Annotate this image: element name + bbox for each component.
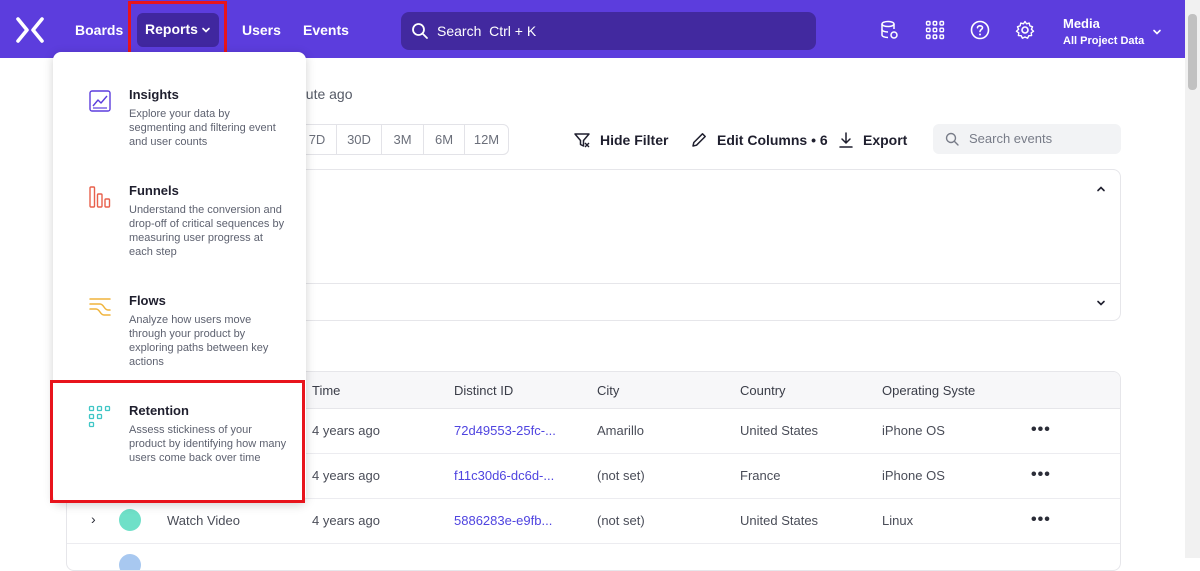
download-icon [839, 132, 853, 148]
more-options-icon[interactable]: ••• [1031, 511, 1051, 529]
table-row[interactable]: › Watch Video 4 years ago 5886283e-e9fb.… [67, 499, 1120, 544]
menu-item-description: Understand the conversion and drop-off o… [129, 204, 285, 258]
cell-os: iPhone OS [882, 423, 945, 438]
cell-distinct-id[interactable]: 5886283e-e9fb... [454, 513, 552, 528]
hide-filter-label: Hide Filter [600, 132, 669, 148]
column-header-country[interactable]: Country [740, 383, 786, 398]
menu-item-description: Analyze how users move through your prod… [129, 314, 269, 368]
project-name: Media [1063, 16, 1100, 31]
range-30d[interactable]: 30D [337, 125, 382, 154]
hide-filter-button[interactable]: Hide Filter [573, 129, 668, 151]
flows-icon [89, 298, 111, 316]
search-events-placeholder: Search events [969, 131, 1053, 146]
column-header-distinct-id[interactable]: Distinct ID [454, 383, 513, 398]
date-range-selector: 7D 30D 3M 6M 12M [297, 124, 509, 155]
expand-row-icon[interactable]: › [91, 511, 96, 527]
last-updated-text: nute ago [298, 86, 353, 102]
search-icon [412, 23, 428, 39]
help-icon[interactable] [970, 20, 990, 40]
column-header-os[interactable]: Operating Syste [882, 383, 975, 398]
global-search-placeholder: Search Ctrl + K [437, 23, 537, 39]
reports-highlight-box [128, 1, 227, 56]
edit-columns-label: Edit Columns • 6 [717, 132, 828, 148]
menu-item-title: Insights [129, 87, 179, 102]
event-icon [119, 554, 141, 570]
range-3m[interactable]: 3M [382, 125, 424, 154]
cell-country: United States [740, 513, 819, 528]
search-events-input[interactable]: Search events [933, 124, 1121, 154]
apps-grid-icon[interactable] [925, 20, 945, 40]
retention-highlight-box [50, 380, 305, 503]
more-options-icon[interactable]: ••• [1031, 421, 1051, 439]
funnels-icon [89, 186, 111, 208]
more-options-icon[interactable]: ••• [1031, 466, 1051, 484]
menu-item-funnels[interactable]: Funnels Understand the conversion and dr… [53, 183, 306, 283]
range-6m[interactable]: 6M [424, 125, 465, 154]
cell-time: 4 years ago [312, 513, 380, 528]
column-header-time[interactable]: Time [312, 383, 340, 398]
chevron-down-icon[interactable] [1095, 297, 1107, 309]
project-scope: All Project Data [1063, 35, 1145, 47]
menu-item-title: Flows [129, 293, 166, 308]
chevron-up-icon[interactable] [1095, 183, 1107, 195]
chevron-down-icon[interactable] [1151, 26, 1163, 38]
video-event-icon [119, 509, 141, 531]
cell-city: Amarillo [597, 423, 644, 438]
settings-gear-icon[interactable] [1015, 20, 1035, 40]
data-management-icon[interactable] [879, 20, 899, 40]
scrollbar-thumb[interactable] [1188, 14, 1197, 90]
column-header-city[interactable]: City [597, 383, 619, 398]
cell-event-name: Watch Video [167, 513, 240, 528]
cell-os: iPhone OS [882, 468, 945, 483]
export-label: Export [863, 132, 908, 148]
nav-users[interactable]: Users [242, 20, 281, 40]
cell-distinct-id[interactable]: f11c30d6-dc6d-... [454, 468, 554, 483]
edit-columns-button[interactable]: Edit Columns • 6 [690, 129, 828, 151]
global-search[interactable]: Search Ctrl + K [401, 12, 816, 50]
cell-time: 4 years ago [312, 423, 380, 438]
nav-events[interactable]: Events [303, 20, 349, 40]
menu-item-insights[interactable]: Insights Explore your data by segmenting… [53, 87, 306, 177]
mixpanel-logo-icon[interactable] [16, 17, 44, 43]
filter-icon [574, 133, 590, 148]
cell-time: 4 years ago [312, 468, 380, 483]
nav-boards[interactable]: Boards [75, 20, 123, 40]
menu-item-title: Funnels [129, 183, 179, 198]
cell-os: Linux [882, 513, 914, 528]
pencil-icon [692, 133, 706, 147]
export-button[interactable]: Export [838, 129, 907, 151]
menu-item-flows[interactable]: Flows Analyze how users move through you… [53, 293, 306, 383]
cell-city: (not set) [597, 468, 645, 483]
cell-country: France [740, 468, 781, 483]
cell-city: (not set) [597, 513, 645, 528]
project-switcher[interactable]: Media All Project Data [1063, 16, 1144, 48]
cell-country: United States [740, 423, 819, 438]
range-12m[interactable]: 12M [465, 125, 508, 154]
insights-icon [89, 90, 111, 112]
cell-distinct-id[interactable]: 72d49553-25fc-... [454, 423, 556, 438]
search-icon [945, 132, 959, 146]
menu-item-description: Explore your data by segmenting and filt… [129, 108, 276, 148]
